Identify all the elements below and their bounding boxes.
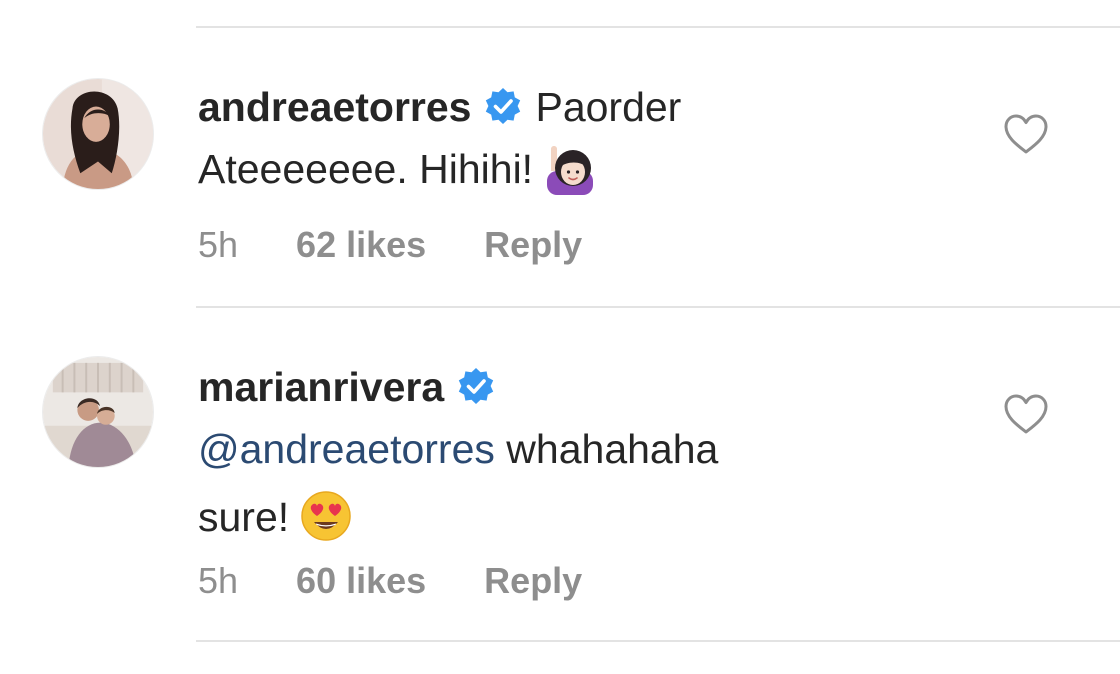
- comment-meta: 5h 60 likes Reply: [198, 560, 640, 602]
- comment-line-3: sure!: [198, 486, 898, 548]
- verified-badge-icon: [483, 86, 523, 126]
- verified-badge-icon: [456, 366, 496, 406]
- profile-photo-icon: [43, 357, 153, 467]
- comment-text: Paorder: [535, 84, 682, 130]
- mention-link[interactable]: @andreaetorres: [198, 426, 495, 472]
- likes-count-link[interactable]: 60 likes: [296, 560, 426, 601]
- heart-eyes-emoji-icon: [299, 489, 353, 543]
- comment-line-1: andreaetorres Paorder: [198, 76, 898, 138]
- bottom-divider: [196, 640, 1120, 642]
- like-heart-icon[interactable]: [1003, 113, 1049, 155]
- comment-line-1: marianrivera: [198, 356, 898, 418]
- comment-text: Ateeeeeee. Hihihi!: [198, 146, 534, 192]
- like-heart-icon[interactable]: [1003, 393, 1049, 435]
- comment-text: whahahaha: [506, 426, 719, 472]
- avatar[interactable]: [42, 356, 154, 468]
- comment-line-2: @andreaetorres whahahaha: [198, 418, 898, 480]
- comment-text: sure!: [198, 494, 290, 540]
- comment-time: 5h: [198, 224, 239, 265]
- comment-body: andreaetorres Paorder Ateeeeeee. Hihihi!: [198, 76, 898, 200]
- profile-photo-icon: [43, 79, 153, 189]
- likes-count-link[interactable]: 62 likes: [296, 224, 426, 265]
- username[interactable]: marianrivera: [198, 364, 444, 410]
- top-divider: [196, 26, 1120, 28]
- avatar[interactable]: [42, 78, 154, 190]
- woman-raising-hand-emoji-icon: [543, 141, 597, 195]
- comments-page: andreaetorres Paorder Ateeeeeee. Hihihi!: [0, 0, 1120, 674]
- reply-button[interactable]: Reply: [484, 560, 582, 601]
- comment-divider: [196, 306, 1120, 308]
- comment-meta: 5h 62 likes Reply: [198, 224, 640, 266]
- username[interactable]: andreaetorres: [198, 84, 471, 130]
- comment-time: 5h: [198, 560, 239, 601]
- reply-button[interactable]: Reply: [484, 224, 582, 265]
- comment-body: marianrivera @andreaetorres whahahaha su…: [198, 356, 898, 548]
- comment-line-2: Ateeeeeee. Hihihi!: [198, 138, 898, 200]
